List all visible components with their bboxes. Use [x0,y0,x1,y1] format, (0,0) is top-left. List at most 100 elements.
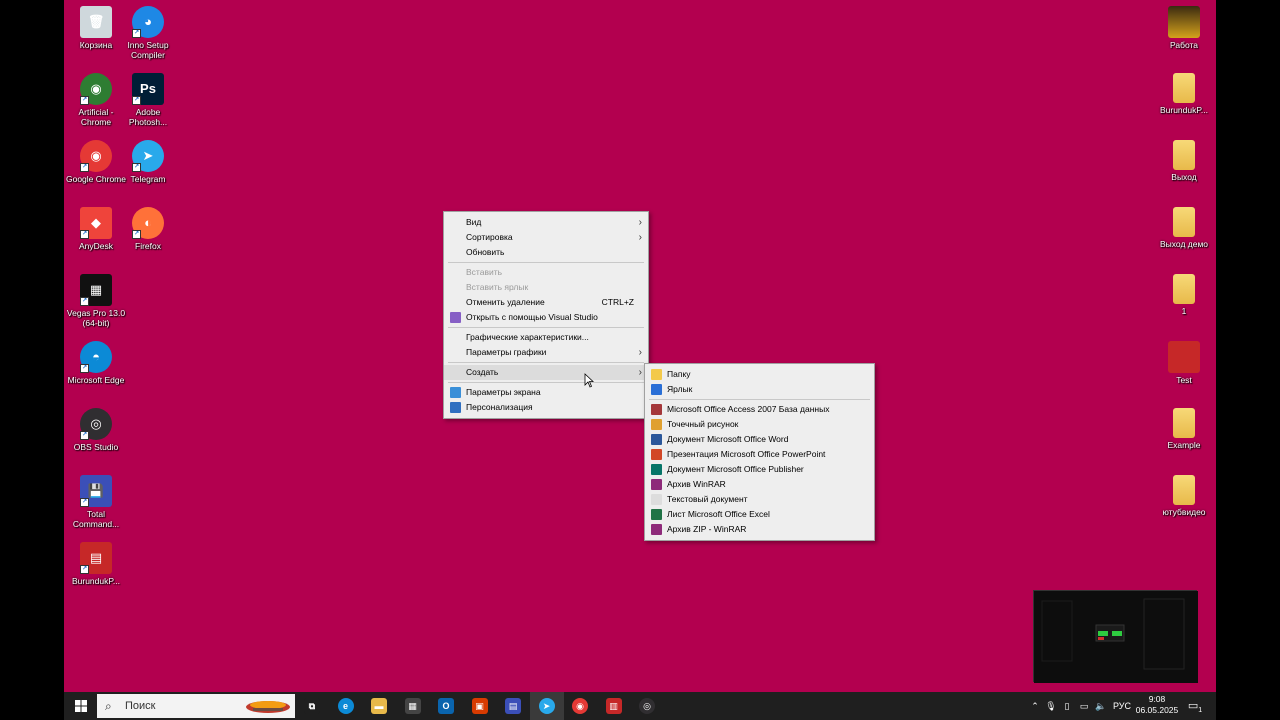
desktop-icon[interactable]: ◓ ↗ Microsoft Edge [64,341,128,385]
menu-item[interactable]: Графические характеристики... [444,330,648,345]
menu-item[interactable]: Архив WinRAR [645,477,874,492]
notification-center-icon[interactable]: ▭1 [1184,692,1206,720]
menu-item[interactable]: Ярлык [645,382,874,397]
desktop-icon-label: BurundukP... [71,576,121,586]
device-icon[interactable]: ▯ [1060,692,1074,720]
menu-item-label: Текстовый документ [667,494,748,504]
menu-item[interactable]: Сортировка › [444,230,648,245]
desktop-icon[interactable]: Example [1152,408,1216,450]
desktop-icon[interactable]: ◎ ↗ OBS Studio [64,408,128,452]
powerpoint-icon [651,449,662,460]
desktop-icon-label: Adobe Photosh... [128,107,168,127]
desktop-icon[interactable]: ◐ ↗ Firefox [116,207,180,251]
publisher-icon [651,464,662,475]
menu-item[interactable]: Текстовый документ [645,492,874,507]
menu-separator [448,382,644,383]
network-icon[interactable]: ▭ [1076,692,1092,720]
folder-1-icon [1173,274,1195,304]
volume-icon[interactable]: 🔈 [1094,692,1108,720]
taskbar-app-button[interactable]: ▣ [463,692,497,720]
taskbar-search-box[interactable]: ⌕ Поиск [97,694,295,718]
right-letterbox [1216,0,1280,720]
desktop-icon[interactable]: BurundukP... [1152,73,1216,115]
menu-item[interactable]: Microsoft Office Access 2007 База данных [645,402,874,417]
desktop-icon[interactable]: Ps ↗ Adobe Photosh... [116,73,180,127]
desktop-icon[interactable]: Выход демо [1152,207,1216,249]
menu-item[interactable]: Документ Microsoft Office Publisher [645,462,874,477]
taskbar-app-button[interactable]: e [329,692,363,720]
winrar-icon [651,479,662,490]
search-placeholder: Поиск [125,700,156,712]
burunduk-icon: ▤ ↗ [80,542,112,574]
menu-item-shortcut: CTRL+Z [601,297,634,307]
total-commander-taskbar-icon: ▤ [505,698,521,714]
menu-item-label: Вставить [466,267,503,277]
desktop-icon[interactable]: 💾 ↗ Total Command... [64,475,128,529]
clock[interactable]: 9:08 06.05.2025 [1133,694,1181,716]
clock-date: 06.05.2025 [1135,705,1179,715]
menu-item-label: Вид [466,217,482,227]
menu-item-label: Документ Microsoft Office Word [667,434,789,444]
desktop-icon[interactable]: Работа [1152,6,1216,50]
microphone-icon[interactable]: 🎙 [1044,692,1058,720]
tray-expand-icon[interactable]: ⌃ [1028,692,1042,720]
menu-item[interactable]: Точечный рисунок [645,417,874,432]
menu-item[interactable]: Обновить [444,245,648,260]
desktop-icon[interactable]: ▤ ↗ BurundukP... [64,542,128,586]
chrome-profile-icon: ◉ ↗ [80,73,112,105]
folder-work-icon [1168,6,1200,38]
desktop-icon[interactable]: 1 [1152,274,1216,316]
desktop-icon[interactable]: ▦ ↗ Vegas Pro 13.0 (64-bit) [64,274,128,328]
menu-item[interactable]: Параметры экрана [444,385,648,400]
menu-item[interactable]: Параметры графики › [444,345,648,360]
shortcut-icon [651,384,662,395]
desktop-icon-label: ютубвидео [1162,507,1206,517]
menu-item[interactable]: Создать › [444,365,648,380]
menu-item-label: Папку [667,369,691,379]
taskbar-app-button[interactable]: ▤ [496,692,530,720]
desktop-icon[interactable]: Выход [1152,140,1216,182]
taskbar-app-button[interactable]: ➤ [529,692,564,720]
folder-exit-demo-icon [1173,207,1195,237]
chevron-right-icon: › [638,367,642,378]
desktop-icon[interactable]: ◕ ↗ Inno Setup Compiler [116,6,180,60]
menu-item-label: Документ Microsoft Office Publisher [667,464,804,474]
chevron-right-icon: › [638,217,642,228]
menu-item[interactable]: Персонализация [444,400,648,415]
taskbar-app-button[interactable]: ◉ [563,692,597,720]
desktop-icon-label: Выход [1171,172,1197,182]
preview-thumbnail [1033,590,1198,683]
menu-item[interactable]: Папку [645,367,874,382]
taskbar-app-button[interactable]: ⧉ [295,692,329,720]
menu-item-label: Microsoft Office Access 2007 База данных [667,404,830,414]
bitmap-icon [651,419,662,430]
taskbar-app-button[interactable]: ▥ [597,692,631,720]
menu-item[interactable]: Лист Microsoft Office Excel [645,507,874,522]
task-view-icon: ⧉ [304,698,320,714]
menu-item-label: Параметры экрана [466,387,541,397]
menu-item[interactable]: Архив ZIP - WinRAR [645,522,874,537]
language-indicator[interactable]: РУС [1110,692,1134,720]
menu-item-label: Создать [466,367,499,377]
menu-item-label: Обновить [466,247,505,257]
start-button[interactable] [64,692,98,720]
menu-separator [448,262,644,263]
menu-item[interactable]: Отменить удаление CTRL+Z [444,295,648,310]
taskbar-app-button[interactable]: ◎ [630,692,664,720]
menu-item[interactable]: Вид › [444,215,648,230]
shortcut-arrow-icon: ↗ [80,498,89,507]
menu-item[interactable]: Открыть с помощью Visual Studio [444,310,648,325]
desktop[interactable]: 🗑 Корзина ◕ ↗ Inno Setup Compiler ◉ ↗ Artificia… [64,0,1216,720]
desktop-icon-label: Inno Setup Compiler [127,40,169,60]
menu-item[interactable]: Документ Microsoft Office Word [645,432,874,447]
menu-separator [448,362,644,363]
desktop-icon[interactable]: Test [1152,341,1216,385]
store-taskbar-icon: ▦ [404,698,421,714]
taskbar-app-button[interactable]: ▬ [362,692,396,720]
taskbar-app-button[interactable]: ▦ [396,692,430,720]
desktop-icon[interactable]: ➤ ↗ Telegram [116,140,180,184]
shortcut-arrow-icon: ↗ [132,96,141,105]
menu-item[interactable]: Презентация Microsoft Office PowerPoint [645,447,874,462]
taskbar-app-button[interactable]: O [429,692,463,720]
desktop-icon[interactable]: ютубвидео [1152,475,1216,517]
